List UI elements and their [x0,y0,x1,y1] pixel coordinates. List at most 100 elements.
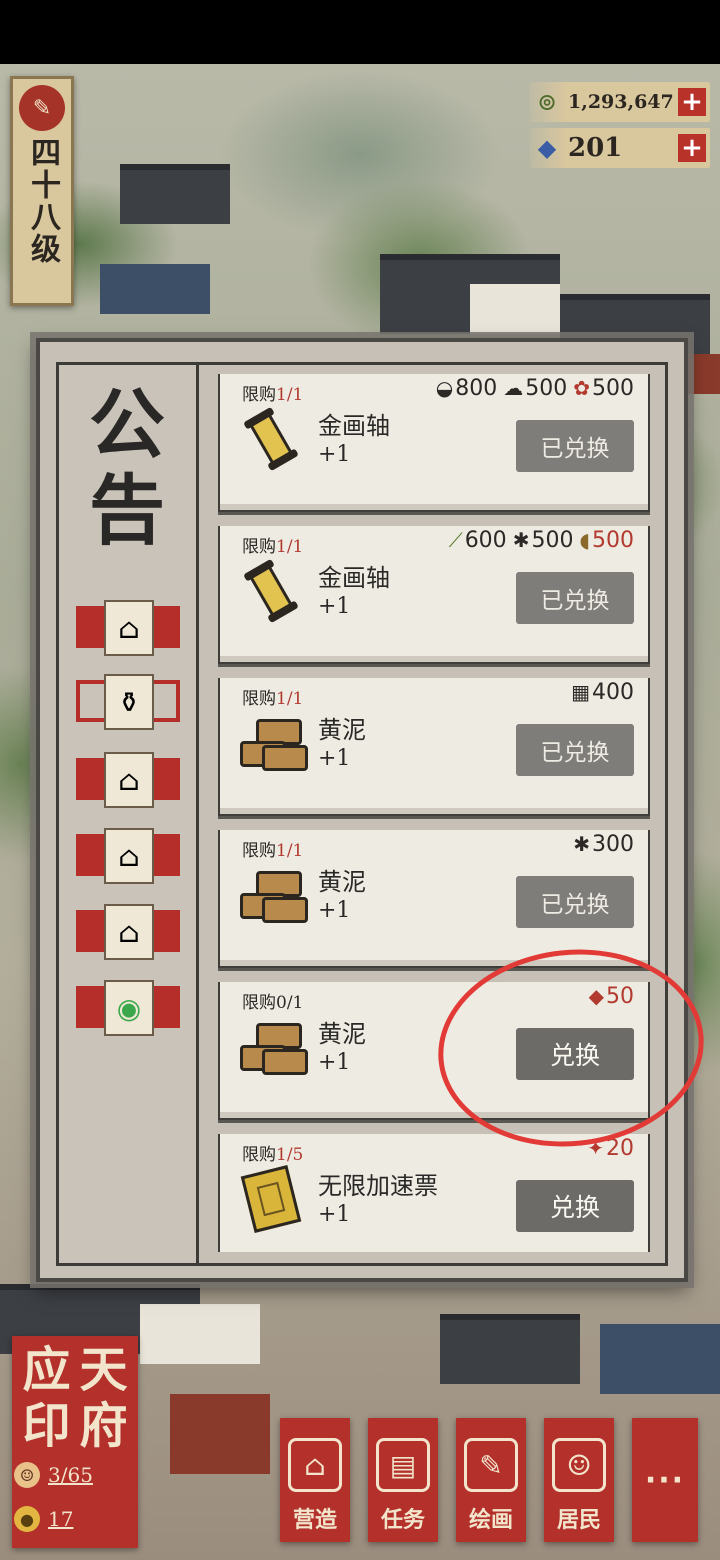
item-name: 金画轴 [318,412,390,440]
cost-entry: ◒800 [436,376,497,401]
seal-title: 天 应 印 府 [18,1342,132,1454]
house-icon: ⌂ [104,828,154,884]
scroll-icon [240,558,302,624]
limit-value: 1/5 [276,1145,304,1165]
exchange-button[interactable]: 兑换 [516,1028,634,1080]
tab-house-3[interactable]: ⌂ [76,828,180,884]
exchanged-button[interactable]: 已兑换 [516,876,634,928]
mud-icon [240,1016,308,1078]
cost-list: ▦400 [571,680,634,705]
map-building [600,1324,720,1394]
flower-icon: ✿ [573,376,590,400]
seal-char: 府 [79,1398,128,1454]
purchase-limit: 限购1/1 [242,836,303,861]
item-quantity: +1 [318,1050,351,1075]
tab-house-2[interactable]: ⌂ [76,752,180,808]
panel-title: 公告 [89,380,165,555]
add-coins-button[interactable]: + [678,88,706,116]
mud-icon [240,712,308,774]
cost-value: 300 [592,832,634,857]
limit-label: 限购 [242,385,276,405]
exchange-item: 限购1/5 ✦20 无限加速票 +1 兑换 [218,1134,650,1252]
announcement-panel: 公告 ⌂ ⚱ ⌂ ⌂ ⌂ ◉ 限购1/1 ◒800 ☁500 ✿500 金画轴 +1 已兑换… [36,338,688,1282]
more-icon: ··· [644,1462,686,1498]
bamboo-icon: ⟋ [448,528,463,552]
leaf-icon: ✱ [512,528,530,552]
cost-entry: ◖500 [579,528,634,553]
item-quantity: +1 [318,1202,351,1227]
cost-value: 500 [531,528,574,553]
gold-value: 17 [48,1507,74,1531]
cost-entry: ✿500 [573,376,634,401]
exchange-item: 限购1/1 ◒800 ☁500 ✿500 金画轴 +1 已兑换 [218,374,650,512]
coin-counter: ⊚ 1,293,647 + [530,82,710,122]
house-icon: ⌂ [104,904,154,960]
exchanged-button[interactable]: 已兑换 [516,572,634,624]
limit-value: 1/1 [276,689,304,709]
limit-label: 限购 [242,689,276,709]
map-building [100,264,210,314]
build-label: 营造 [292,1507,337,1533]
item-quantity: +1 [318,746,351,771]
cost-list: ◒800 ☁ 500 ✿500 [436,376,634,401]
cost-value: 400 [592,680,634,705]
purchase-limit: 限购1/1 [242,532,303,557]
limit-value: 1/1 [276,841,304,861]
seal-char: 印 [22,1398,71,1454]
limit-value: 1/1 [276,537,304,557]
residents-stat: ☺ 3/65 [14,1462,93,1488]
item-quantity: +1 [318,594,351,619]
exchanged-button[interactable]: 已兑换 [516,420,634,472]
item-quantity: +1 [318,898,351,923]
gem-icon: ◆ [537,134,557,162]
level-badge[interactable]: ✎ 四十八级 [10,76,74,306]
tab-house-1[interactable]: ⌂ [76,600,180,656]
house-icon: ⌂ [104,752,154,808]
add-gems-button[interactable]: + [678,134,706,162]
status-bar [0,0,720,64]
exchanged-button[interactable]: 已兑换 [516,724,634,776]
map-building [440,1314,580,1384]
cost-entry: ◆50 [589,984,634,1009]
paint-button[interactable]: ✎ 绘画 [456,1418,526,1542]
coin-value: 1,293,647 [568,91,674,113]
cost-value: 500 [592,376,634,401]
tab-wechat[interactable]: ◉ [76,980,180,1036]
map-building [170,1394,270,1474]
cost-value: 500 [592,528,634,553]
net-icon: ▦ [571,680,590,704]
build-button[interactable]: ⌂ 营造 [280,1418,350,1542]
limit-label: 限购 [242,841,276,861]
leaf-icon: ✱ [573,832,590,856]
paint-icon: ✎ [464,1438,518,1492]
residents-value: 3/65 [48,1463,93,1487]
cost-entry: ✱500 [513,528,574,553]
exchange-list[interactable]: 限购1/1 ◒800 ☁500 ✿500 金画轴 +1 已兑换 限购1/1 ⟋600 ✱500 ◖5… [218,374,650,1252]
cloud-icon: ☁ [503,376,524,400]
cost-list: ⟋600 ✱500 ◖500 [449,528,634,553]
exchange-button[interactable]: 兑换 [516,1180,634,1232]
limit-label: 限购 [242,537,276,557]
scroll-icon [240,406,302,472]
map-wall [470,284,560,334]
cost-entry: ▦400 [571,680,634,705]
tab-house-4[interactable]: ⌂ [76,904,180,960]
paint-label: 绘画 [468,1507,513,1533]
resident-button[interactable]: ☺ 居民 [544,1418,614,1542]
seal-char: 应 [22,1342,71,1398]
mud-icon [240,864,308,926]
map-building [120,164,230,224]
tab-bottle[interactable]: ⚱ [76,674,180,730]
more-button[interactable]: ··· [632,1418,698,1542]
item-name: 无限加速票 [318,1172,438,1200]
task-icon: ▤ [376,1438,430,1492]
cost-value: 600 [464,528,507,553]
cost-entry: ✱300 [573,832,634,857]
chat-icon: ◉ [104,980,154,1036]
exchange-item: 限购1/1 ▦400 黄泥 +1 已兑换 [218,678,650,816]
item-name: 黄泥 [318,868,366,896]
task-button[interactable]: ▤ 任务 [368,1418,438,1542]
red-token-icon: ◆ [588,984,604,1008]
gem-value: 201 [568,133,623,163]
bottle-icon: ⚱ [104,674,154,730]
